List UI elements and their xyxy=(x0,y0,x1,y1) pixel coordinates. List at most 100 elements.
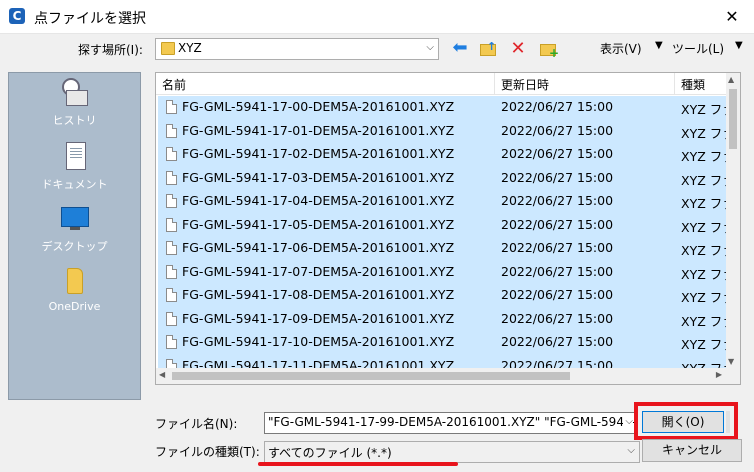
lookin-label: 探す場所(I): xyxy=(78,43,143,57)
scroll-thumb[interactable] xyxy=(729,89,737,149)
chevron-down-icon: ⌵ xyxy=(627,445,635,456)
folder-icon xyxy=(161,42,175,55)
vertical-scrollbar[interactable]: ▲ ▼ xyxy=(726,73,740,368)
file-name: FG-GML-5941-17-04-DEM5A-20161001.XYZ xyxy=(182,193,455,208)
places-bar: ヒストリ ドキュメント デスクトップ OneDrive xyxy=(8,72,141,400)
column-name[interactable]: 名前 xyxy=(162,76,186,93)
file-row[interactable]: FG-GML-5941-17-03-DEM5A-20161001.XYZ 2022… xyxy=(156,166,740,190)
horizontal-scrollbar[interactable]: ◀ ▶ xyxy=(156,368,740,384)
filename-label: ファイル名(N): xyxy=(155,417,238,431)
filetype-highlight-underline xyxy=(258,462,458,466)
file-date: 2022/06/27 15:00 xyxy=(501,193,614,208)
file-name: FG-GML-5941-17-05-DEM5A-20161001.XYZ xyxy=(182,216,455,232)
scroll-left-icon[interactable]: ◀ xyxy=(159,370,165,379)
file-row[interactable]: FG-GML-5941-17-07-DEM5A-20161001.XYZ 2022… xyxy=(156,260,740,284)
file-icon xyxy=(166,170,177,185)
file-list[interactable]: 名前 更新日時 種類 FG-GML-5941-17-00-DEM5A-20161… xyxy=(155,72,741,385)
file-row[interactable]: FG-GML-5941-17-06-DEM5A-20161001.XYZ 2022… xyxy=(156,237,740,261)
place-desktop[interactable]: デスクトップ xyxy=(9,204,140,254)
close-icon[interactable]: ✕ xyxy=(710,0,754,33)
file-icon xyxy=(166,264,177,279)
file-date: 2022/06/27 15:00 xyxy=(501,310,614,326)
file-icon xyxy=(166,123,177,138)
delete-icon[interactable]: ✕ xyxy=(508,40,528,58)
scroll-right-icon[interactable]: ▶ xyxy=(716,370,722,379)
file-date: 2022/06/27 15:00 xyxy=(501,334,614,349)
tools-dropdown-icon[interactable]: ▼ xyxy=(735,40,743,51)
window-title: 点ファイルを選択 xyxy=(34,11,146,27)
file-name: FG-GML-5941-17-08-DEM5A-20161001.XYZ xyxy=(182,287,455,302)
file-date: 2022/06/27 15:00 xyxy=(501,99,614,114)
file-row[interactable]: FG-GML-5941-17-10-DEM5A-20161001.XYZ 2022… xyxy=(156,331,740,355)
filename-value: "FG-GML-5941-17-99-DEM5A-20161001.XYZ" "… xyxy=(268,415,636,429)
file-date: 2022/06/27 15:00 xyxy=(501,240,614,255)
lookin-value: XYZ xyxy=(178,41,202,55)
view-menu[interactable]: 表示(V) xyxy=(600,40,642,57)
back-arrow-icon[interactable]: ⬅ xyxy=(450,39,470,58)
cancel-button[interactable]: キャンセル xyxy=(642,439,742,462)
onedrive-icon xyxy=(60,266,90,296)
place-documents[interactable]: ドキュメント xyxy=(9,142,140,192)
documents-icon xyxy=(60,142,90,172)
new-folder-icon[interactable]: + xyxy=(538,40,559,60)
file-row[interactable]: FG-GML-5941-17-02-DEM5A-20161001.XYZ 2022… xyxy=(156,143,740,167)
file-row[interactable]: FG-GML-5941-17-01-DEM5A-20161001.XYZ 2022… xyxy=(156,119,740,143)
file-icon xyxy=(166,288,177,302)
chevron-down-icon[interactable]: ⌵ xyxy=(623,416,633,427)
hscroll-thumb[interactable] xyxy=(172,372,570,380)
file-date: 2022/06/27 15:00 xyxy=(501,263,614,279)
file-name: FG-GML-5941-17-07-DEM5A-20161001.XYZ xyxy=(182,263,455,279)
up-folder-icon[interactable]: ↑ xyxy=(478,40,498,58)
file-icon xyxy=(166,217,177,232)
view-dropdown-icon[interactable]: ▼ xyxy=(655,40,663,51)
file-name: FG-GML-5941-17-06-DEM5A-20161001.XYZ xyxy=(182,240,455,255)
lookin-combo[interactable]: XYZ ⌵ xyxy=(155,38,439,60)
history-icon xyxy=(60,78,90,108)
file-name: FG-GML-5941-17-10-DEM5A-20161001.XYZ xyxy=(182,334,455,349)
file-row[interactable]: FG-GML-5941-17-08-DEM5A-20161001.XYZ 2022… xyxy=(156,284,740,308)
filename-input[interactable]: "FG-GML-5941-17-99-DEM5A-20161001.XYZ" "… xyxy=(264,412,636,434)
file-date: 2022/06/27 15:00 xyxy=(501,169,614,185)
place-label: ヒストリ xyxy=(52,114,97,127)
file-name: FG-GML-5941-17-02-DEM5A-20161001.XYZ xyxy=(182,146,455,161)
column-type[interactable]: 種類 xyxy=(681,76,705,93)
file-name: FG-GML-5941-17-09-DEM5A-20161001.XYZ xyxy=(182,310,455,326)
open-button[interactable]: 開く(O) xyxy=(642,411,724,433)
file-dialog: 探す場所(I): XYZ ⌵ ⬅ ↑ ✕ + 表示(V) ▼ ツール(L) ▼ … xyxy=(0,34,754,472)
chevron-down-icon: ⌵ xyxy=(426,42,434,53)
filetype-label: ファイルの種類(T): xyxy=(155,445,260,459)
column-header: 名前 更新日時 種類 xyxy=(156,73,740,95)
tools-menu[interactable]: ツール(L) xyxy=(672,40,724,57)
file-date: 2022/06/27 15:00 xyxy=(501,146,614,161)
open-split-button[interactable] xyxy=(726,411,730,433)
file-date: 2022/06/27 15:00 xyxy=(501,122,614,138)
file-date: 2022/06/27 15:00 xyxy=(501,287,614,302)
file-row[interactable]: FG-GML-5941-17-09-DEM5A-20161001.XYZ 2022… xyxy=(156,307,740,331)
file-name: FG-GML-5941-17-00-DEM5A-20161001.XYZ xyxy=(182,99,455,114)
file-row[interactable]: FG-GML-5941-17-05-DEM5A-20161001.XYZ 2022… xyxy=(156,213,740,237)
file-icon xyxy=(166,100,177,114)
filetype-select[interactable]: すべてのファイル (*.*) ⌵ xyxy=(264,441,640,463)
place-label: デスクトップ xyxy=(41,240,108,253)
filetype-value: すべてのファイル (*.*) xyxy=(268,446,392,460)
title-bar: C 点ファイルを選択 ✕ xyxy=(0,0,754,34)
file-row[interactable]: FG-GML-5941-17-04-DEM5A-20161001.XYZ 2022… xyxy=(156,190,740,214)
file-row[interactable]: FG-GML-5941-17-00-DEM5A-20161001.XYZ 2022… xyxy=(156,96,740,120)
file-icon xyxy=(166,194,177,208)
file-date: 2022/06/27 15:00 xyxy=(501,216,614,232)
file-icon xyxy=(166,335,177,349)
file-name: FG-GML-5941-17-03-DEM5A-20161001.XYZ xyxy=(182,169,455,185)
file-icon xyxy=(166,241,177,255)
file-icon xyxy=(166,147,177,161)
place-onedrive[interactable]: OneDrive xyxy=(9,266,140,313)
place-history[interactable]: ヒストリ xyxy=(9,78,140,128)
file-icon xyxy=(166,311,177,326)
file-rows: FG-GML-5941-17-00-DEM5A-20161001.XYZ 2022… xyxy=(156,96,740,378)
scroll-down-icon[interactable]: ▼ xyxy=(728,357,734,366)
app-icon: C xyxy=(9,8,25,24)
place-label: ドキュメント xyxy=(41,178,108,191)
scroll-up-icon[interactable]: ▲ xyxy=(728,75,734,84)
column-date[interactable]: 更新日時 xyxy=(501,76,549,93)
file-name: FG-GML-5941-17-01-DEM5A-20161001.XYZ xyxy=(182,122,455,138)
place-label: OneDrive xyxy=(48,300,101,313)
